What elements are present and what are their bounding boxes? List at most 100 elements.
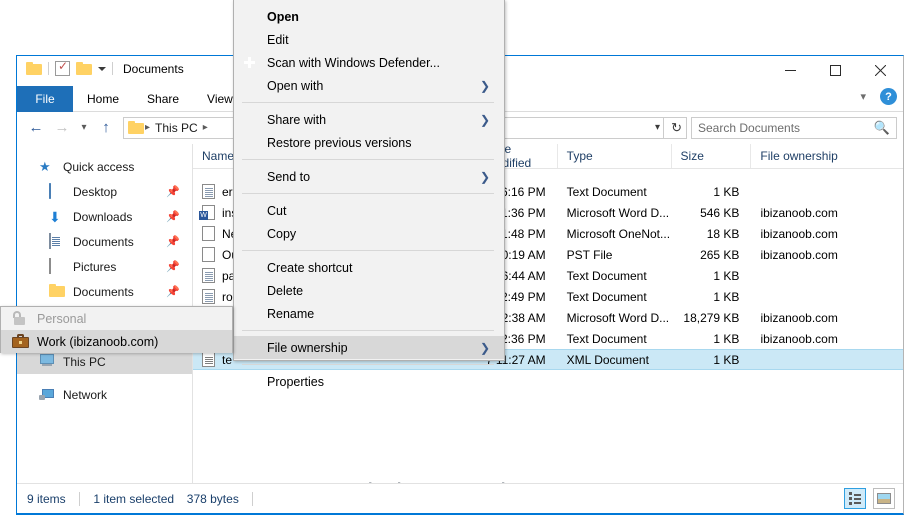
pin-icon[interactable]: 📌: [166, 235, 180, 248]
submenu-item-personal[interactable]: Personal: [1, 307, 232, 330]
refresh-icon[interactable]: ↻: [671, 120, 682, 136]
pin-icon[interactable]: 📌: [166, 210, 180, 223]
status-bar: 9 items 1 item selected 378 bytes: [17, 483, 903, 513]
pin-icon[interactable]: 📌: [166, 185, 180, 198]
menu-item-restore-previous-versions[interactable]: Restore previous versions: [234, 131, 504, 154]
documents-icon: [49, 232, 65, 250]
cell-size: 1 KB: [713, 289, 740, 304]
forward-arrow-icon[interactable]: →: [49, 116, 75, 140]
sidebar-item-documents[interactable]: Documents 📌: [17, 229, 192, 254]
menu-item-rename[interactable]: Rename: [234, 302, 504, 325]
file-name: er: [222, 184, 233, 199]
folder-icon: [128, 121, 144, 134]
cell-ownership: ibizanoob.com: [760, 310, 838, 325]
cell-type: PST File: [566, 247, 613, 262]
menu-item-share-with[interactable]: Share with ❯: [234, 108, 504, 131]
sidebar-item-label: Documents: [73, 284, 134, 299]
pin-icon[interactable]: 📌: [166, 260, 180, 273]
menu-separator: [242, 193, 494, 194]
details-view-button[interactable]: [844, 488, 866, 509]
menu-item-edit[interactable]: Edit: [234, 28, 504, 51]
word-document-icon: [199, 205, 215, 220]
desktop-icon: [49, 182, 65, 200]
menu-separator: [242, 159, 494, 160]
chevron-down-icon[interactable]: ▾: [655, 122, 660, 133]
tab-file[interactable]: File: [17, 86, 73, 112]
view-buttons: [844, 488, 895, 509]
text-document-icon: [202, 289, 215, 304]
onenote-document-icon: [202, 226, 215, 241]
sidebar-item-label: Downloads: [73, 209, 133, 224]
pin-icon[interactable]: 📌: [166, 285, 180, 298]
column-header-type[interactable]: Type: [558, 144, 672, 168]
folder-icon[interactable]: [26, 62, 42, 75]
cell-type: Text Document: [566, 184, 647, 199]
sidebar-item-desktop[interactable]: Desktop 📌: [17, 179, 192, 204]
chevron-down-icon[interactable]: ▾: [860, 90, 866, 103]
screen: Documents File Home Share View: [0, 0, 904, 515]
cell-ownership: ibizanoob.com: [760, 205, 838, 220]
menu-item-label: Open with: [267, 78, 324, 93]
menu-item-label: Scan with Windows Defender...: [267, 55, 440, 70]
menu-item-cut[interactable]: Cut: [234, 199, 504, 222]
divider: [48, 62, 49, 75]
divider: [79, 491, 81, 506]
pictures-icon: [49, 257, 65, 275]
large-icons-view-button[interactable]: [873, 488, 895, 509]
cell-type: Microsoft Word D...: [566, 310, 670, 325]
submenu-item-label: Work (ibizanoob.com): [37, 334, 159, 349]
sidebar-item-downloads[interactable]: ⬇ Downloads 📌: [17, 204, 192, 229]
tab-share[interactable]: Share: [133, 86, 193, 112]
sidebar-item-documents-folder[interactable]: Documents 📌: [17, 279, 192, 304]
tab-home[interactable]: Home: [73, 86, 133, 112]
help-button[interactable]: ?: [880, 88, 897, 105]
column-header-size[interactable]: Size: [672, 144, 752, 168]
file-name: ro: [222, 289, 233, 304]
column-header-file-ownership[interactable]: File ownership: [751, 144, 903, 168]
new-folder-icon[interactable]: [76, 62, 92, 75]
recent-locations-icon[interactable]: ▾: [75, 116, 93, 140]
search-placeholder: Search Documents: [698, 120, 801, 135]
submenu-item-work[interactable]: Work (ibizanoob.com): [1, 330, 232, 353]
cell-type: Text Document: [566, 331, 647, 346]
quick-access-toolbar: Documents: [26, 59, 184, 76]
menu-item-open[interactable]: Open: [234, 5, 504, 28]
customize-caret-icon[interactable]: [98, 66, 106, 71]
cell-ownership: ibizanoob.com: [760, 247, 838, 262]
close-button[interactable]: [858, 56, 903, 85]
cell-size: 18 KB: [706, 226, 740, 241]
search-input[interactable]: Search Documents 🔍: [691, 116, 897, 139]
ribbon-right-controls: ▾ ?: [860, 88, 897, 105]
chevron-right-icon: ❯: [479, 340, 490, 355]
sidebar-item-quick-access[interactable]: ★ Quick access: [17, 154, 192, 179]
xml-document-icon: [202, 352, 215, 367]
search-icon[interactable]: 🔍: [874, 120, 890, 136]
folder-icon: [49, 283, 65, 300]
minimize-button[interactable]: [768, 56, 813, 85]
file-ownership-submenu: Personal Work (ibizanoob.com): [0, 306, 233, 353]
back-arrow-icon[interactable]: ←: [23, 116, 49, 140]
window-title: Documents: [123, 61, 184, 76]
cell-type: Microsoft OneNot...: [566, 226, 671, 241]
menu-item-copy[interactable]: Copy: [234, 222, 504, 245]
menu-item-file-ownership[interactable]: File ownership ❯: [234, 336, 504, 359]
menu-item-scan-with-windows-defender[interactable]: Scan with Windows Defender...: [234, 51, 504, 74]
cell-size: 265 KB: [700, 247, 740, 262]
menu-item-properties[interactable]: Properties: [234, 370, 504, 393]
pst-file-icon: [202, 247, 215, 262]
menu-item-create-shortcut[interactable]: Create shortcut: [234, 256, 504, 279]
sidebar-item-pictures[interactable]: Pictures 📌: [17, 254, 192, 279]
menu-item-delete[interactable]: Delete: [234, 279, 504, 302]
properties-icon[interactable]: [55, 59, 70, 76]
sidebar-item-network[interactable]: Network: [17, 382, 192, 407]
breadcrumb-this-pc[interactable]: This PC: [151, 121, 202, 135]
divider: [252, 491, 254, 506]
menu-item-open-with[interactable]: Open with ❯: [234, 74, 504, 97]
breadcrumb-separator: ▸: [145, 122, 151, 133]
window-controls: [768, 56, 903, 85]
up-arrow-icon[interactable]: ↑: [93, 116, 119, 140]
text-document-icon: [202, 184, 215, 199]
menu-item-send-to[interactable]: Send to ❯: [234, 165, 504, 188]
maximize-button[interactable]: [813, 56, 858, 85]
menu-separator: [242, 330, 494, 331]
